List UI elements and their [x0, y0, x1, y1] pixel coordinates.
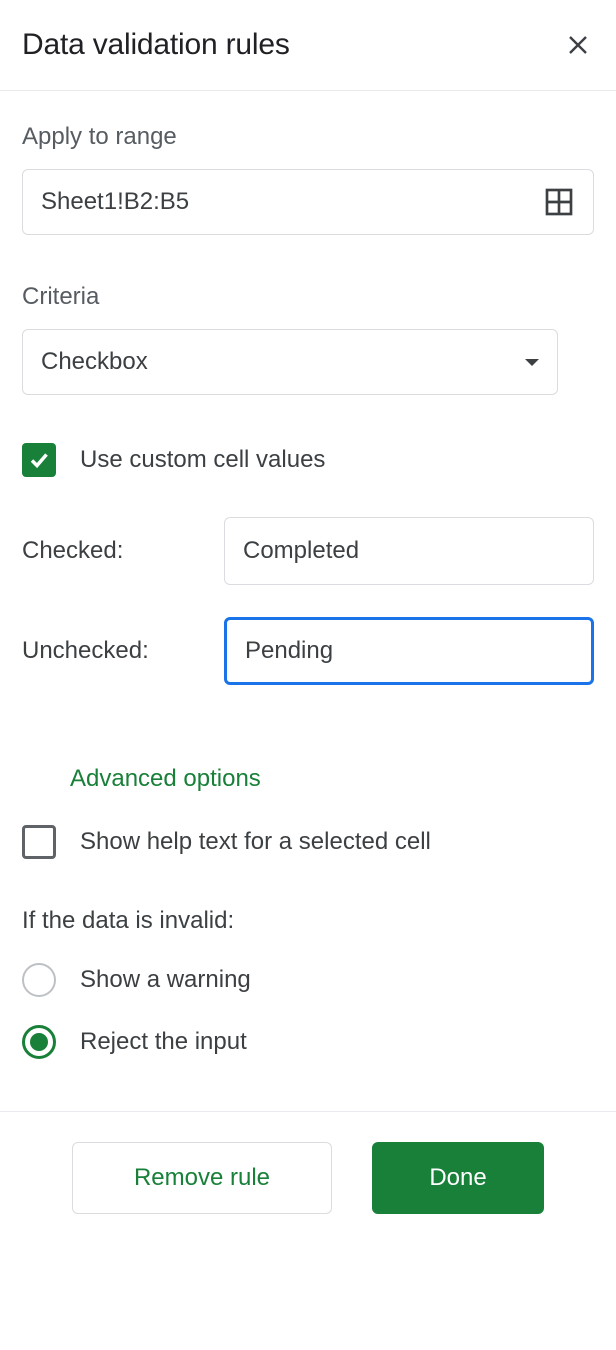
advanced-options-toggle[interactable]: Advanced options: [70, 765, 261, 793]
checked-value-row: Checked:: [22, 517, 594, 585]
show-warning-radio-row[interactable]: Show a warning: [22, 963, 594, 997]
chevron-down-icon: [525, 359, 539, 366]
show-warning-radio[interactable]: [22, 963, 56, 997]
remove-rule-button[interactable]: Remove rule: [72, 1142, 332, 1214]
grid-icon: [543, 186, 575, 218]
check-icon: [27, 448, 51, 472]
range-input-container: [22, 169, 594, 235]
range-input[interactable]: [41, 188, 541, 216]
panel-content: Apply to range Criteria Checkbox Us: [0, 91, 616, 1111]
done-button[interactable]: Done: [372, 1142, 544, 1214]
unchecked-value-row: Unchecked:: [22, 617, 594, 685]
invalid-data-title: If the data is invalid:: [22, 907, 594, 935]
data-validation-panel: Data validation rules Apply to range Cri…: [0, 0, 616, 1244]
custom-values-label: Use custom cell values: [80, 446, 325, 474]
range-label: Apply to range: [22, 123, 594, 151]
custom-values-checkbox[interactable]: [22, 443, 56, 477]
panel-footer: Remove rule Done: [0, 1111, 616, 1244]
close-button[interactable]: [562, 29, 594, 61]
close-icon: [566, 33, 590, 57]
unchecked-value-input[interactable]: [224, 617, 594, 685]
select-range-button[interactable]: [541, 184, 577, 220]
reject-input-radio-row[interactable]: Reject the input: [22, 1025, 594, 1059]
checked-label: Checked:: [22, 537, 224, 565]
checked-value-input[interactable]: [224, 517, 594, 585]
criteria-label: Criteria: [22, 283, 594, 311]
reject-input-label: Reject the input: [80, 1028, 247, 1056]
unchecked-label: Unchecked:: [22, 637, 224, 665]
criteria-selected-text: Checkbox: [41, 348, 148, 376]
show-warning-label: Show a warning: [80, 966, 251, 994]
help-text-checkbox-row[interactable]: Show help text for a selected cell: [22, 825, 594, 859]
help-text-label: Show help text for a selected cell: [80, 828, 431, 856]
panel-header: Data validation rules: [0, 0, 616, 91]
panel-title: Data validation rules: [22, 28, 290, 62]
invalid-data-section: If the data is invalid: Show a warning R…: [22, 907, 594, 1059]
custom-values-checkbox-row[interactable]: Use custom cell values: [22, 443, 594, 477]
reject-input-radio[interactable]: [22, 1025, 56, 1059]
criteria-dropdown[interactable]: Checkbox: [22, 329, 558, 395]
help-text-checkbox[interactable]: [22, 825, 56, 859]
